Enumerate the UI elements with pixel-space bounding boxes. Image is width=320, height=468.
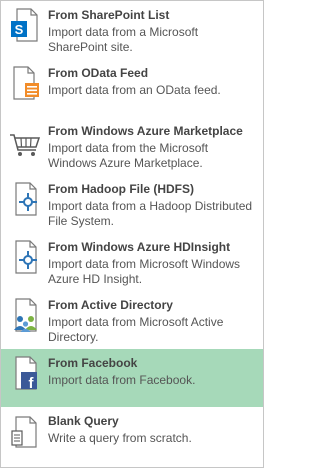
sharepoint-icon: S: [9, 7, 41, 43]
menu-item-hadoop-file[interactable]: From Hadoop File (HDFS) Import data from…: [1, 175, 263, 233]
menu-item-title: From Active Directory: [48, 298, 173, 312]
menu-item-odata-feed[interactable]: From OData Feed Import data from an ODat…: [1, 59, 263, 117]
odata-feed-icon: [9, 65, 41, 101]
menu-item-description: Import data from a Hadoop Distributed Fi…: [48, 199, 253, 228]
facebook-icon: f: [9, 355, 41, 391]
menu-item-title: From Windows Azure Marketplace: [48, 124, 243, 138]
menu-item-title: From Facebook: [48, 356, 138, 370]
hdinsight-icon: [9, 239, 41, 275]
menu-item-title: From OData Feed: [48, 66, 149, 80]
menu-item-description: Import data from the Microsoft Windows A…: [48, 141, 209, 170]
data-source-menu: S From SharePoint List Import data from …: [0, 0, 264, 468]
menu-item-azure-marketplace[interactable]: From Windows Azure Marketplace Import da…: [1, 117, 263, 175]
svg-text:S: S: [15, 22, 24, 37]
menu-item-active-directory[interactable]: From Active Directory Import data from M…: [1, 291, 263, 349]
hadoop-file-icon: [9, 181, 41, 217]
menu-item-blank-query[interactable]: Blank Query Write a query from scratch.: [1, 407, 263, 465]
blank-query-icon: [9, 413, 41, 449]
menu-item-description: Import data from Facebook.: [48, 373, 196, 387]
menu-item-title: From Windows Azure HDInsight: [48, 240, 231, 254]
menu-item-sharepoint-list[interactable]: S From SharePoint List Import data from …: [1, 1, 263, 59]
menu-item-title: From SharePoint List: [48, 8, 170, 22]
menu-item-description: Import data from Microsoft Active Direct…: [48, 315, 224, 344]
menu-item-title: From Hadoop File (HDFS): [48, 182, 194, 196]
menu-item-azure-hdinsight[interactable]: From Windows Azure HDInsight Import data…: [1, 233, 263, 291]
menu-item-description: Import data from a Microsoft SharePoint …: [48, 25, 199, 54]
menu-item-description: Import data from an OData feed.: [48, 83, 221, 97]
active-directory-icon: [9, 297, 41, 333]
menu-item-title: Blank Query: [48, 414, 119, 428]
menu-item-description: Write a query from scratch.: [48, 431, 192, 445]
menu-item-facebook[interactable]: f From Facebook Import data from Faceboo…: [1, 349, 263, 407]
shopping-cart-icon: [9, 123, 41, 159]
menu-item-description: Import data from Microsoft Windows Azure…: [48, 257, 241, 286]
